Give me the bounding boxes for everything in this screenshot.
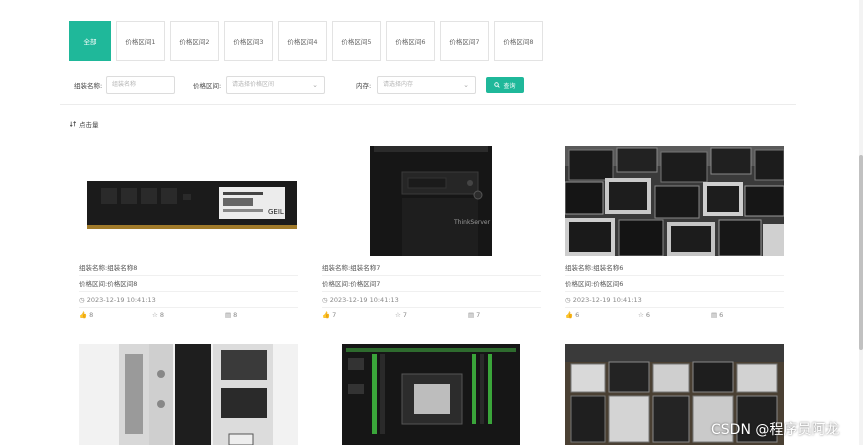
likes[interactable]: 👍 6: [565, 311, 638, 319]
card-stats: 👍 6 ☆ 6 ▤ 6: [565, 308, 784, 322]
product-card[interactable]: [79, 344, 298, 445]
server-brand-label: ThinkServer: [453, 219, 491, 226]
chevron-down-icon: ⌄: [463, 81, 469, 89]
comments[interactable]: ▤ 8: [225, 311, 237, 319]
star-icon: ☆: [638, 311, 644, 319]
search-icon: [494, 82, 501, 88]
card-name: 组装名称:组装名称6: [565, 260, 784, 276]
favorites-count: 8: [159, 311, 164, 319]
thumbs-up-icon: 👍: [565, 311, 574, 319]
comments[interactable]: ▤ 7: [468, 311, 480, 319]
card-name: 组装名称:组装名称7: [322, 260, 541, 276]
tab-price-range-2[interactable]: 价格区间2: [170, 21, 219, 61]
likes[interactable]: 👍 8: [79, 311, 152, 319]
tab-price-range-4[interactable]: 价格区间4: [278, 21, 327, 61]
comments-count: 8: [233, 311, 238, 319]
sort-icon: [70, 121, 77, 127]
favorites[interactable]: ☆ 7: [395, 311, 468, 319]
card-date: ◷ 2023-12-19 10:41:13: [79, 292, 298, 308]
memory-filter-select[interactable]: 请选择内存 ⌄: [377, 76, 476, 94]
price-range-tabs: 全部 价格区间1 价格区间2 价格区间3 价格区间4 价格区间5 价格区间6 价…: [69, 21, 543, 61]
chevron-down-icon: ⌄: [312, 81, 318, 89]
product-image-ram[interactable]: GEIL: [79, 146, 298, 256]
sort-by-clicks[interactable]: 点击量: [70, 119, 99, 129]
divider: [60, 104, 796, 105]
likes-count: 8: [89, 311, 94, 319]
card-date: ◷ 2023-12-19 10:41:13: [565, 292, 784, 308]
name-filter-input[interactable]: 组装名称: [106, 76, 175, 94]
search-button[interactable]: 查询: [486, 77, 524, 93]
tab-price-range-1[interactable]: 价格区间1: [116, 21, 165, 61]
card-price: 价格区间:价格区间8: [79, 276, 298, 292]
card-price: 价格区间:价格区间7: [322, 276, 541, 292]
star-icon: ☆: [152, 311, 158, 319]
comment-icon: ▤: [468, 311, 475, 319]
thumbs-up-icon: 👍: [322, 311, 331, 319]
product-image-motherboard[interactable]: [342, 344, 520, 445]
clock-icon: ◷: [322, 296, 328, 304]
product-card[interactable]: 组装名称:组装名称6 价格区间:价格区间6 ◷ 2023-12-19 10:41…: [565, 146, 784, 322]
card-stats: 👍 8 ☆ 8 ▤ 8: [79, 308, 298, 322]
card-name: 组装名称:组装名称8: [79, 260, 298, 276]
card-date: ◷ 2023-12-19 10:41:13: [322, 292, 541, 308]
product-image-server[interactable]: ThinkServer: [322, 146, 541, 256]
price-filter-select[interactable]: 请选择价格区间 ⌄: [226, 76, 325, 94]
tab-price-range-5[interactable]: 价格区间5: [332, 21, 381, 61]
price-filter-label: 价格区间:: [193, 82, 222, 90]
likes[interactable]: 👍 7: [322, 311, 395, 319]
star-icon: ☆: [395, 311, 401, 319]
product-card[interactable]: [342, 344, 520, 445]
favorites-count: 6: [645, 311, 650, 319]
product-card[interactable]: GEIL 组装名称:组装名称8 价格区间:价格区间8 ◷ 2023-12-19 …: [79, 146, 298, 322]
card-date-text: 2023-12-19 10:41:13: [329, 296, 399, 304]
scrollbar-thumb[interactable]: [859, 155, 863, 350]
memory-filter-label: 内存:: [356, 82, 372, 90]
name-filter-placeholder: 组装名称: [112, 81, 137, 88]
tab-price-range-3[interactable]: 价格区间3: [224, 21, 273, 61]
filter-bar: 组装名称: 组装名称 价格区间: 请选择价格区间 ⌄ 内存: 请选择内存 ⌄ 查…: [74, 76, 774, 94]
memory-filter-placeholder: 请选择内存: [383, 81, 414, 88]
favorites[interactable]: ☆ 6: [638, 311, 711, 319]
favorites[interactable]: ☆ 8: [152, 311, 225, 319]
likes-count: 6: [575, 311, 580, 319]
tab-price-range-7[interactable]: 价格区间7: [440, 21, 489, 61]
card-stats: 👍 7 ☆ 7 ▤ 7: [322, 308, 541, 322]
price-filter-placeholder: 请选择价格区间: [232, 81, 275, 88]
card-price: 价格区间:价格区间6: [565, 276, 784, 292]
comments-count: 6: [719, 311, 724, 319]
product-image-case-open[interactable]: [79, 344, 298, 445]
comments[interactable]: ▤ 6: [711, 311, 723, 319]
product-card[interactable]: ThinkServer 组装名称:组装名称7 价格区间:价格区间7 ◷ 2023…: [322, 146, 541, 322]
comment-icon: ▤: [225, 311, 232, 319]
csdn-watermark: CSDN @程序员阿龙: [711, 422, 840, 438]
sort-label: 点击量: [79, 121, 99, 129]
ram-brand-label: GEIL: [268, 208, 284, 216]
name-filter-label: 组装名称:: [74, 82, 103, 90]
likes-count: 7: [332, 311, 337, 319]
comment-icon: ▤: [711, 311, 718, 319]
comments-count: 7: [476, 311, 481, 319]
clock-icon: ◷: [565, 296, 571, 304]
card-date-text: 2023-12-19 10:41:13: [572, 296, 642, 304]
card-date-text: 2023-12-19 10:41:13: [86, 296, 156, 304]
thumbs-up-icon: 👍: [79, 311, 88, 319]
product-image-monitors[interactable]: [565, 146, 784, 256]
tab-price-range-8[interactable]: 价格区间8: [494, 21, 543, 61]
search-button-label: 查询: [503, 82, 516, 90]
favorites-count: 7: [402, 311, 407, 319]
tab-all[interactable]: 全部: [69, 21, 111, 61]
clock-icon: ◷: [79, 296, 85, 304]
tab-price-range-6[interactable]: 价格区间6: [386, 21, 435, 61]
